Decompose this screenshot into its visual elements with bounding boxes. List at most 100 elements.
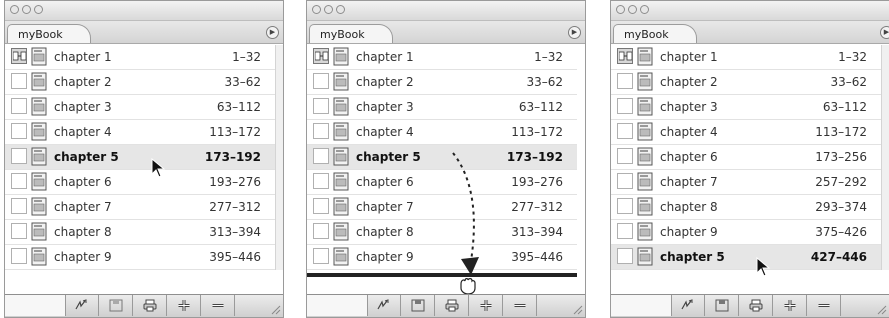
document-row[interactable]: chapter 2 33–62 — [5, 70, 275, 95]
zoom-window-button[interactable] — [34, 5, 43, 14]
book-panel-after: myBook ▶ chapter 1 1–32 chapter 2 33–62 … — [610, 0, 889, 318]
style-source-icon[interactable] — [11, 48, 27, 64]
document-row[interactable]: chapter 2 33–62 — [307, 70, 577, 95]
document-row[interactable]: chapter 1 1–32 — [611, 45, 881, 70]
add-document-button[interactable] — [167, 295, 201, 316]
panel-menu-button[interactable]: ▶ — [568, 26, 581, 39]
add-document-button[interactable] — [773, 295, 807, 316]
style-source-checkbox[interactable] — [617, 98, 633, 114]
style-source-checkbox[interactable] — [313, 73, 329, 89]
style-source-checkbox[interactable] — [617, 123, 633, 139]
style-source-checkbox[interactable] — [617, 248, 633, 264]
document-row[interactable]: chapter 3 63–112 — [307, 95, 577, 120]
style-source-checkbox[interactable] — [11, 123, 27, 139]
print-book-icon — [143, 299, 157, 312]
document-row[interactable]: chapter 8 313–394 — [307, 220, 577, 245]
save-book-button[interactable] — [99, 295, 133, 316]
save-book-button[interactable] — [705, 295, 739, 316]
document-row[interactable]: chapter 8 293–374 — [611, 195, 881, 220]
panel-title-bar[interactable] — [307, 1, 585, 21]
document-row[interactable]: chapter 9 395–446 — [5, 245, 275, 270]
document-row-selected[interactable]: chapter 5 173–192 — [307, 145, 577, 170]
list-scrollbar[interactable] — [275, 45, 283, 270]
style-source-checkbox[interactable] — [313, 148, 329, 164]
document-row[interactable]: chapter 4 113–172 — [5, 120, 275, 145]
print-book-button[interactable] — [739, 295, 773, 316]
style-source-checkbox[interactable] — [313, 198, 329, 214]
document-row[interactable]: chapter 6 173–256 — [611, 145, 881, 170]
minimize-window-button[interactable] — [628, 5, 637, 14]
document-row[interactable]: chapter 7 277–312 — [5, 195, 275, 220]
synchronize-button[interactable] — [367, 295, 401, 316]
book-tab[interactable]: myBook — [309, 24, 393, 43]
close-window-button[interactable] — [10, 5, 19, 14]
document-row[interactable]: chapter 2 33–62 — [611, 70, 881, 95]
zoom-window-button[interactable] — [640, 5, 649, 14]
synchronize-button[interactable] — [671, 295, 705, 316]
style-source-checkbox[interactable] — [617, 198, 633, 214]
document-icon — [637, 72, 653, 91]
zoom-window-button[interactable] — [336, 5, 345, 14]
document-row[interactable]: chapter 4 113–172 — [611, 120, 881, 145]
style-source-icon[interactable] — [617, 48, 633, 64]
document-row[interactable]: chapter 6 193–276 — [5, 170, 275, 195]
remove-document-button[interactable] — [201, 295, 235, 316]
panel-title-bar[interactable] — [611, 1, 889, 21]
print-book-button[interactable] — [435, 295, 469, 316]
style-source-checkbox[interactable] — [11, 198, 27, 214]
synchronize-button[interactable] — [65, 295, 99, 316]
panel-tab-bar: myBook ▶ — [5, 21, 283, 44]
document-list: chapter 1 1–32 chapter 2 33–62 chapter 3… — [307, 45, 585, 277]
style-source-checkbox[interactable] — [313, 98, 329, 114]
close-window-button[interactable] — [616, 5, 625, 14]
document-row-selected[interactable]: chapter 5 173–192 — [5, 145, 275, 170]
document-row[interactable]: chapter 7 257–292 — [611, 170, 881, 195]
minimize-window-button[interactable] — [324, 5, 333, 14]
style-source-checkbox[interactable] — [11, 248, 27, 264]
style-source-checkbox[interactable] — [11, 173, 27, 189]
panel-title-bar[interactable] — [5, 1, 283, 21]
resize-grip-icon[interactable] — [571, 303, 583, 315]
close-window-button[interactable] — [312, 5, 321, 14]
style-source-checkbox[interactable] — [617, 73, 633, 89]
style-source-checkbox[interactable] — [617, 148, 633, 164]
arrow-cursor-icon — [151, 158, 166, 178]
style-source-icon[interactable] — [313, 48, 329, 64]
print-book-button[interactable] — [133, 295, 167, 316]
list-scrollbar[interactable] — [881, 45, 889, 270]
add-document-button[interactable] — [469, 295, 503, 316]
style-source-checkbox[interactable] — [313, 223, 329, 239]
style-source-checkbox[interactable] — [313, 248, 329, 264]
document-row[interactable]: chapter 1 1–32 — [5, 45, 275, 70]
document-row[interactable]: chapter 9 375–426 — [611, 220, 881, 245]
remove-document-button[interactable] — [503, 295, 537, 316]
panel-menu-button[interactable]: ▶ — [266, 26, 279, 39]
resize-grip-icon[interactable] — [269, 303, 281, 315]
document-row[interactable]: chapter 4 113–172 — [307, 120, 577, 145]
style-source-checkbox[interactable] — [11, 98, 27, 114]
panel-menu-button[interactable]: ▶ — [880, 26, 889, 39]
style-source-checkbox[interactable] — [313, 123, 329, 139]
style-source-checkbox[interactable] — [617, 173, 633, 189]
book-tab[interactable]: myBook — [7, 24, 91, 43]
document-row[interactable]: chapter 8 313–394 — [5, 220, 275, 245]
style-source-checkbox[interactable] — [11, 223, 27, 239]
save-book-button[interactable] — [401, 295, 435, 316]
minimize-window-button[interactable] — [22, 5, 31, 14]
document-row[interactable]: chapter 9 395–446 — [307, 245, 577, 270]
document-row-selected[interactable]: chapter 5 427–446 — [611, 245, 881, 270]
book-tab[interactable]: myBook — [613, 24, 697, 43]
style-source-checkbox[interactable] — [11, 148, 27, 164]
style-source-checkbox[interactable] — [617, 223, 633, 239]
document-row[interactable]: chapter 7 277–312 — [307, 195, 577, 220]
resize-grip-icon[interactable] — [875, 303, 887, 315]
remove-document-button[interactable] — [807, 295, 841, 316]
document-row[interactable]: chapter 1 1–32 — [307, 45, 577, 70]
document-name: chapter 2 — [660, 75, 718, 89]
document-row[interactable]: chapter 3 63–112 — [611, 95, 881, 120]
style-source-checkbox[interactable] — [11, 73, 27, 89]
document-row[interactable]: chapter 3 63–112 — [5, 95, 275, 120]
style-source-checkbox[interactable] — [313, 173, 329, 189]
page-range: 173–192 — [506, 150, 563, 164]
document-row[interactable]: chapter 6 193–276 — [307, 170, 577, 195]
